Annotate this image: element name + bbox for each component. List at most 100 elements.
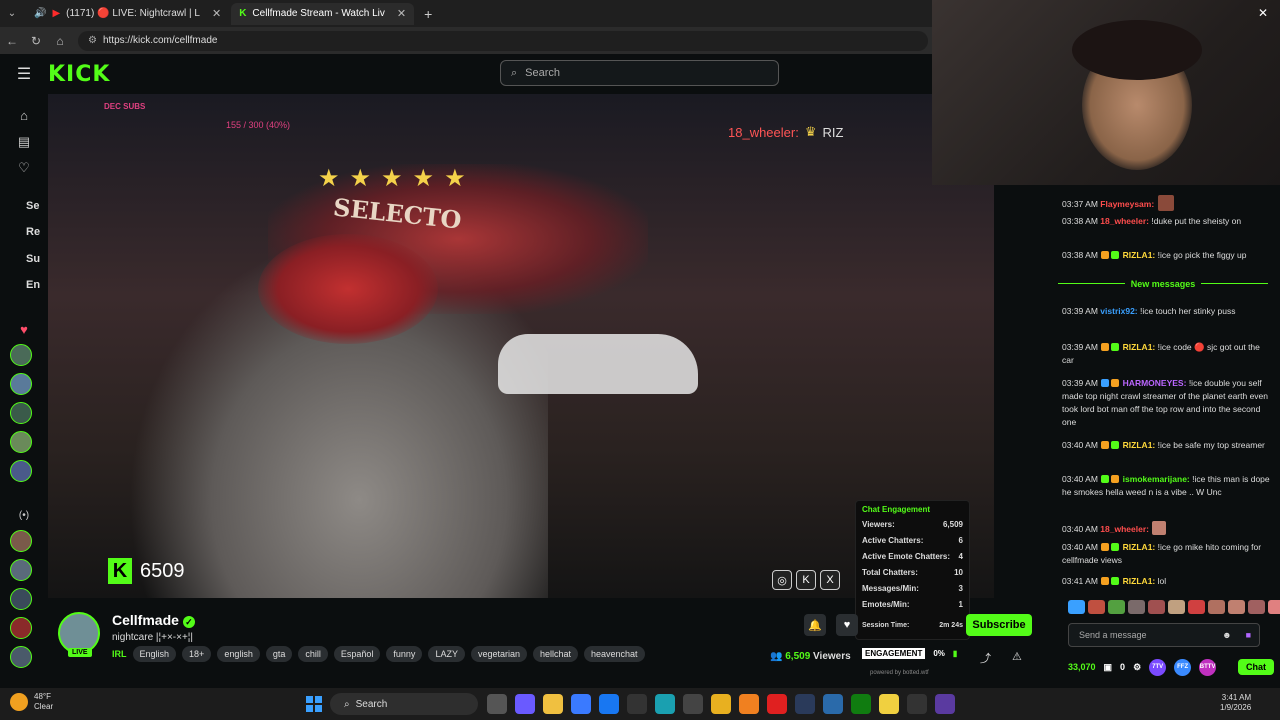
recommended-channel-avatar[interactable] bbox=[10, 530, 32, 552]
close-icon[interactable]: ✕ bbox=[397, 7, 406, 20]
close-icon[interactable]: ✕ bbox=[1258, 6, 1268, 20]
tab-list-chevron-icon[interactable]: ⌄ bbox=[0, 8, 24, 19]
sidebar-section-label[interactable]: Re bbox=[26, 226, 40, 238]
weather-widget[interactable]: 48°F Clear bbox=[10, 692, 53, 712]
chrome-icon[interactable] bbox=[711, 694, 731, 714]
recommended-channel-avatar[interactable] bbox=[10, 617, 32, 639]
taskbar-clock[interactable]: 3:41 AM 1/9/2026 bbox=[1220, 693, 1251, 713]
taskbar-search[interactable]: ⌕ Search bbox=[330, 693, 478, 715]
sidebar-section-label[interactable]: Su bbox=[26, 253, 40, 265]
app-icon[interactable] bbox=[823, 694, 843, 714]
emote-icon[interactable] bbox=[1148, 600, 1165, 614]
emote-icon[interactable] bbox=[1228, 600, 1245, 614]
followed-channel-avatar[interactable] bbox=[10, 402, 32, 424]
emote-icon[interactable] bbox=[1108, 600, 1125, 614]
app-icon[interactable] bbox=[935, 694, 955, 714]
sidebar-section-label[interactable]: En bbox=[26, 279, 40, 291]
url-field[interactable]: ⚙ https://kick.com/cellfmade bbox=[78, 30, 928, 51]
followed-channel-avatar[interactable] bbox=[10, 373, 32, 395]
tag-chip[interactable]: 18+ bbox=[182, 646, 212, 662]
chat-user[interactable]: RIZLA1: bbox=[1123, 542, 1156, 552]
ffz-extension-icon[interactable]: FFZ bbox=[1174, 658, 1192, 676]
steam-icon[interactable] bbox=[795, 694, 815, 714]
tag-chip[interactable]: chill bbox=[298, 646, 328, 662]
emoji-icon[interactable]: ☻ bbox=[1222, 630, 1231, 640]
emote-icon[interactable] bbox=[1068, 600, 1085, 614]
chat-user[interactable]: HARMONEYES: bbox=[1123, 378, 1187, 388]
followed-channel-avatar[interactable] bbox=[10, 460, 32, 482]
seventv-extension-icon[interactable]: 7TV bbox=[1149, 658, 1167, 676]
sidebar-section-label[interactable]: Se bbox=[26, 200, 39, 212]
chat-message-input[interactable]: Send a message ☻ ■ bbox=[1068, 623, 1260, 647]
recommended-channel-avatar[interactable] bbox=[10, 588, 32, 610]
vlc-icon[interactable] bbox=[739, 694, 759, 714]
windows-start-icon[interactable] bbox=[306, 696, 322, 712]
tag-chip[interactable]: english bbox=[217, 646, 260, 662]
tag-chip[interactable]: LAZY bbox=[428, 646, 465, 662]
tag-chip[interactable]: vegetarian bbox=[470, 646, 527, 662]
subscribe-button[interactable]: Subscribe bbox=[966, 614, 1032, 636]
edge-icon[interactable] bbox=[655, 694, 675, 714]
share-icon[interactable]: ⤴ bbox=[980, 650, 991, 666]
tag-chip[interactable]: heavenchat bbox=[584, 646, 645, 662]
emote-icon[interactable] bbox=[1268, 600, 1280, 614]
category-link[interactable]: IRL bbox=[112, 646, 127, 662]
browse-icon[interactable]: ▤ bbox=[0, 134, 48, 150]
calculator-icon[interactable] bbox=[683, 694, 703, 714]
gift-icon[interactable]: ▣ bbox=[1104, 662, 1113, 673]
copilot-icon[interactable] bbox=[515, 694, 535, 714]
emote-icon[interactable] bbox=[1208, 600, 1225, 614]
tag-chip[interactable]: gta bbox=[265, 646, 293, 662]
chat-user[interactable]: Flaymeysam: bbox=[1100, 199, 1154, 209]
emote-icon[interactable] bbox=[1128, 600, 1145, 614]
followed-channel-avatar[interactable] bbox=[10, 431, 32, 453]
emote-icon[interactable] bbox=[1168, 600, 1185, 614]
store-icon[interactable] bbox=[571, 694, 591, 714]
task-view-icon[interactable] bbox=[487, 694, 507, 714]
settings-gear-icon[interactable]: ⚙ bbox=[1133, 662, 1141, 673]
emote-icon[interactable] bbox=[1188, 600, 1205, 614]
bttv-extension-icon[interactable]: BTTV bbox=[1199, 658, 1217, 676]
following-heart-icon[interactable]: ♡ bbox=[0, 160, 48, 176]
emote-icon[interactable] bbox=[1248, 600, 1265, 614]
site-info-icon[interactable]: ⚙ bbox=[88, 35, 97, 46]
channel-points[interactable]: 33,070 bbox=[1068, 662, 1096, 672]
chat-user[interactable]: 18_wheeler: bbox=[1100, 524, 1149, 534]
chat-user[interactable]: RIZLA1: bbox=[1123, 576, 1156, 586]
tab-nightcrawl[interactable]: 🔊 ▶ (1171) 🔴 LIVE: Nightcrawl | L ✕ bbox=[26, 3, 229, 25]
chat-user[interactable]: RIZLA1: bbox=[1123, 342, 1156, 352]
tag-chip[interactable]: funny bbox=[386, 646, 423, 662]
report-icon[interactable]: ⚠ bbox=[1012, 650, 1022, 663]
kick-logo[interactable]: KICK bbox=[48, 62, 110, 87]
tag-chip[interactable]: hellchat bbox=[532, 646, 579, 662]
xbox-icon[interactable] bbox=[851, 694, 871, 714]
chat-user[interactable]: vistrix92: bbox=[1100, 306, 1137, 316]
file-explorer-icon[interactable] bbox=[543, 694, 563, 714]
tag-chip[interactable]: English bbox=[132, 646, 177, 662]
notification-bell-button[interactable]: 🔔 bbox=[804, 614, 826, 636]
chat-user[interactable]: RIZLA1: bbox=[1123, 250, 1156, 260]
bot-icon[interactable]: ■ bbox=[1246, 630, 1251, 640]
follow-heart-button[interactable]: ♥ bbox=[836, 614, 858, 636]
chat-user[interactable]: ismokemarijane: bbox=[1123, 474, 1190, 484]
amazon-icon[interactable] bbox=[627, 694, 647, 714]
tag-chip[interactable]: Español bbox=[333, 646, 381, 662]
emote-icon[interactable] bbox=[1088, 600, 1105, 614]
youtube-icon[interactable] bbox=[767, 694, 787, 714]
video-player[interactable]: ★★★★★ SELECTO DEC SUBS 155 / 300 (40%) 1… bbox=[48, 94, 994, 598]
chat-user[interactable]: 18_wheeler: bbox=[1100, 216, 1149, 226]
menu-icon[interactable]: ☰ bbox=[0, 64, 48, 84]
tab-cellfmade[interactable]: K Cellfmade Stream - Watch Liv ✕ bbox=[231, 2, 415, 25]
chat-send-button[interactable]: Chat bbox=[1238, 659, 1274, 675]
recommended-channel-avatar[interactable] bbox=[10, 646, 32, 668]
obs-icon[interactable] bbox=[907, 694, 927, 714]
facebook-icon[interactable] bbox=[599, 694, 619, 714]
followed-channel-avatar[interactable] bbox=[10, 344, 32, 366]
home-icon[interactable]: ⌂ bbox=[0, 108, 48, 123]
sticky-notes-icon[interactable] bbox=[879, 694, 899, 714]
new-tab-button[interactable]: + bbox=[424, 6, 432, 22]
search-input[interactable]: ⌕ Search bbox=[500, 60, 779, 86]
reload-icon[interactable]: ↻ bbox=[24, 34, 48, 48]
streamer-name[interactable]: Cellfmade ✓ bbox=[112, 612, 195, 628]
back-icon[interactable]: ← bbox=[0, 34, 24, 48]
